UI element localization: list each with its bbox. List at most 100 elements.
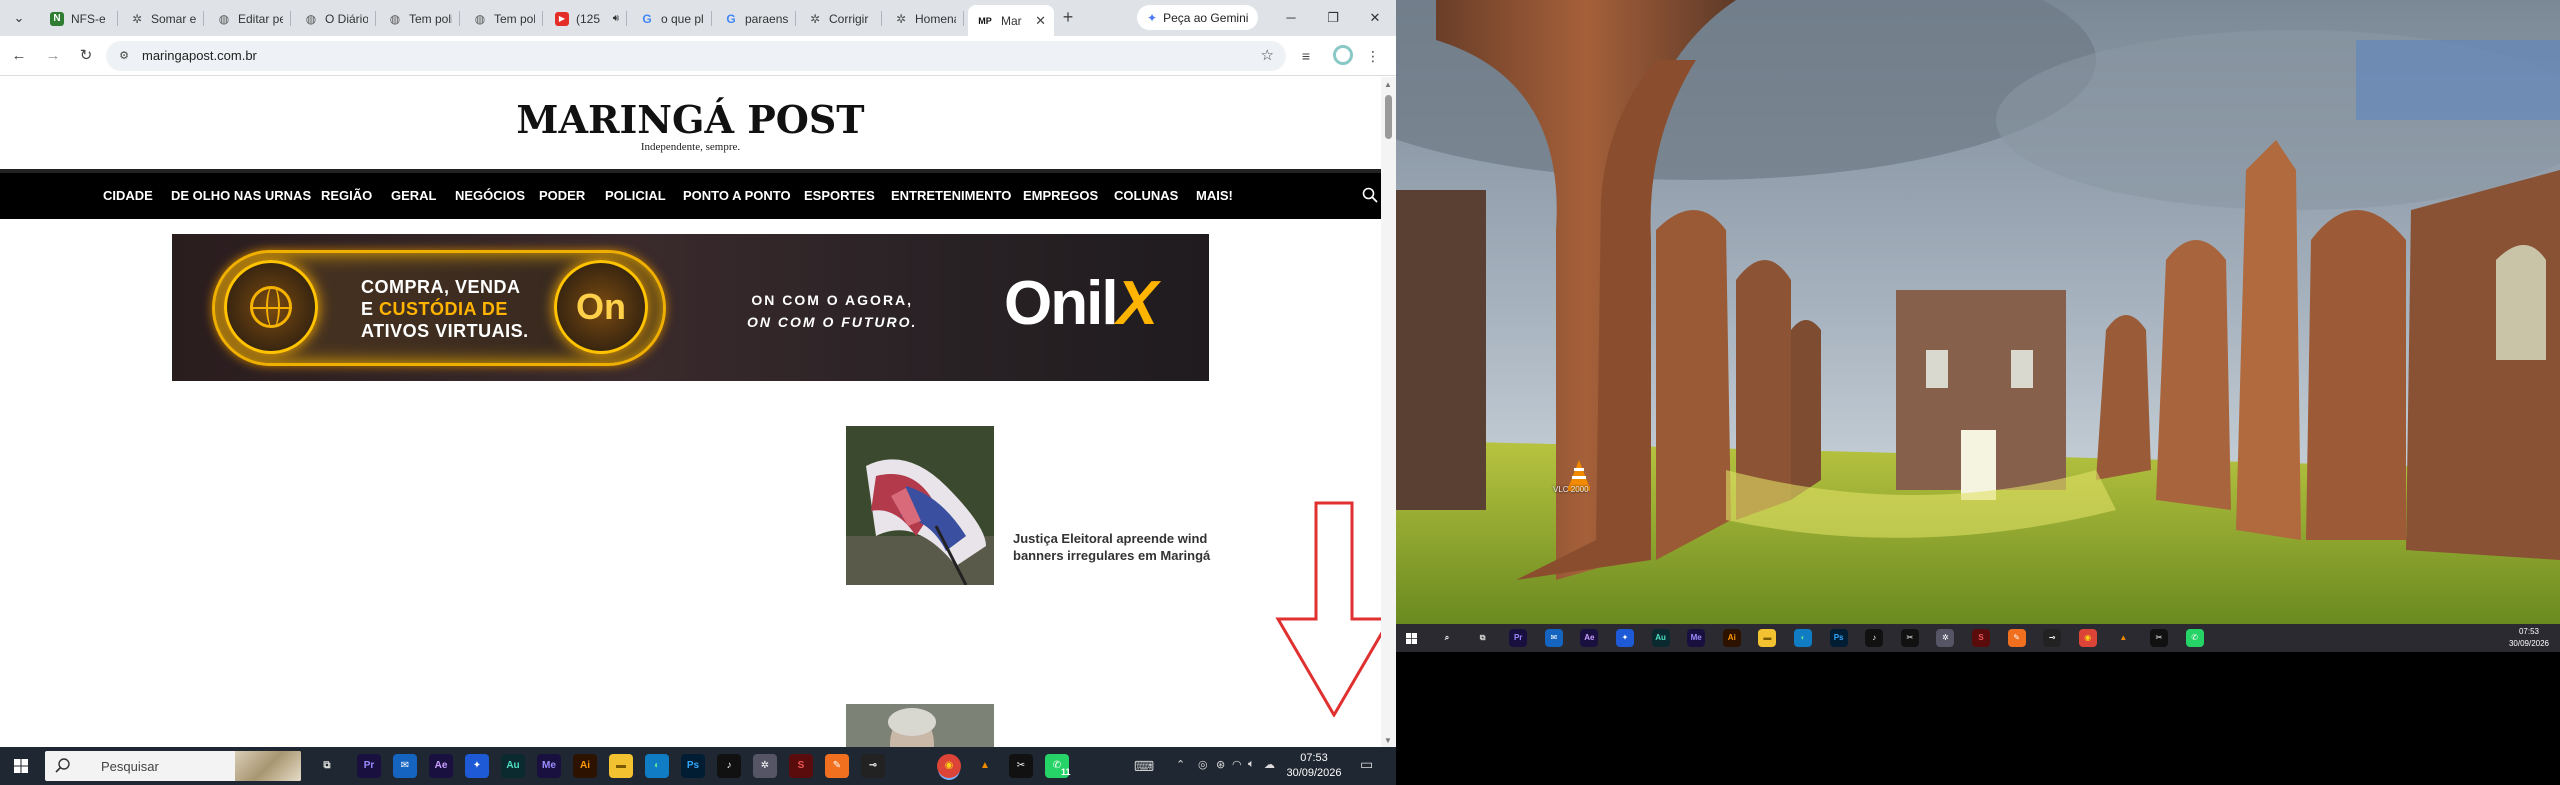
premiere-icon[interactable]: Pr — [1509, 629, 1528, 647]
site-settings-icon[interactable]: ⚙ — [116, 48, 132, 64]
tiktok-icon[interactable]: ♪ — [717, 754, 741, 778]
minimize-button[interactable]: ─ — [1278, 6, 1304, 30]
audio-playing-icon[interactable]: 🔊︎ — [613, 13, 619, 24]
vlc-icon[interactable]: ▲ — [973, 754, 997, 778]
ad-banner[interactable]: COMPRA, VENDA E CUSTÓDIA DE ATIVOS VIRTU… — [172, 234, 1209, 381]
browser-tab[interactable]: ◍ O Diário — [296, 5, 376, 32]
file-explorer-icon[interactable]: ▬ — [1758, 629, 1777, 647]
tray-app-icon[interactable]: ◎ — [1198, 758, 1208, 771]
profile-avatar[interactable] — [1333, 45, 1353, 65]
search-icon[interactable] — [1362, 187, 1378, 203]
illustrator-icon[interactable]: Ai — [573, 754, 597, 778]
forward-button[interactable]: → — [42, 45, 64, 67]
bookmark-star-icon[interactable]: ☆ — [1261, 46, 1274, 64]
browser-tab[interactable]: MP Mar ✕ — [968, 5, 1054, 36]
network-icon[interactable]: ⊛ — [1216, 758, 1225, 771]
photoshop-icon[interactable]: Ps — [1829, 629, 1848, 647]
app-orange-icon[interactable]: ✎ — [2007, 629, 2026, 647]
app-switch-icon[interactable]: ⊸ — [861, 754, 885, 778]
browser-tab[interactable]: ◍ Editar pe — [209, 5, 291, 32]
cloud-sync-icon[interactable]: ☁︎ — [1264, 758, 1275, 771]
browser-tab[interactable]: ✲ Homena — [886, 5, 964, 32]
taskbar-clock[interactable]: 07:53 30/09/2026 — [1282, 751, 1346, 781]
edge-icon[interactable]: ◐ — [645, 754, 669, 778]
reload-button[interactable]: ↻ — [75, 45, 97, 67]
browser-tab[interactable]: Go que pl — [632, 5, 712, 32]
edge-icon[interactable]: ◐ — [1794, 629, 1812, 647]
nav-item[interactable]: NEGÓCIOS — [455, 173, 525, 219]
windows-start-icon[interactable] — [14, 759, 28, 773]
tab-search-button[interactable]: ⌄ — [6, 6, 32, 30]
media-encoder-icon[interactable]: Me — [1687, 629, 1706, 647]
nav-item[interactable]: MAIS! — [1196, 173, 1233, 219]
close-tab-icon[interactable]: ✕ — [1035, 13, 1046, 29]
app-blue-icon[interactable]: ✦ — [1616, 629, 1634, 647]
task-view-icon[interactable]: ⧉ — [1474, 629, 1492, 647]
browser-tab[interactable]: ◍ Tem poli — [380, 5, 460, 32]
site-logo[interactable]: MARINGÁ POST — [0, 97, 1381, 142]
whatsapp-icon[interactable]: ✆ — [2185, 629, 2204, 647]
browser-tab[interactable]: N NFS-e | I — [42, 5, 118, 32]
page-scrollbar[interactable]: ▲ ▼ — [1381, 77, 1396, 747]
maximize-button[interactable]: ❐ — [1320, 6, 1346, 30]
news-thumbnail[interactable] — [846, 426, 994, 585]
browser-tab[interactable]: ✲ Somar e — [122, 5, 204, 32]
scroll-up-icon[interactable]: ▲ — [1384, 80, 1392, 89]
media-encoder-icon[interactable]: Me — [537, 754, 561, 778]
wifi-icon[interactable]: ◠ — [1232, 758, 1242, 771]
outlook-icon[interactable]: ✉ — [1544, 629, 1563, 647]
back-button[interactable]: ← — [8, 45, 30, 67]
scroll-down-icon[interactable]: ▼ — [1384, 736, 1392, 745]
nav-item[interactable]: REGIÃO — [321, 173, 372, 219]
app-switch-icon[interactable]: ⊸ — [2043, 629, 2062, 647]
capcut-icon[interactable]: ✂ — [1900, 629, 1919, 647]
after-effects-icon[interactable]: Ae — [429, 754, 453, 778]
taskbar-search-box[interactable]: Pesquisar — [45, 751, 301, 781]
nav-item[interactable]: POLICIAL — [605, 173, 666, 219]
chrome-icon[interactable]: ◉ — [2078, 629, 2097, 647]
capcut-icon[interactable]: ✂ — [1009, 754, 1033, 778]
browser-tab[interactable]: Gparaens — [716, 5, 796, 32]
gemini-button[interactable]: ✦ Peça ao Gemini — [1137, 5, 1258, 30]
after-effects-icon[interactable]: Ae — [1580, 629, 1599, 647]
app-orange-icon[interactable]: ✎ — [825, 754, 849, 778]
nav-item[interactable]: PONTO A PONTO — [683, 173, 791, 219]
news-headline[interactable]: Justiça Eleitoral apreende wind banners … — [1013, 530, 1213, 564]
app-red-icon[interactable]: S — [789, 754, 813, 778]
new-tab-button[interactable]: + — [1056, 6, 1080, 30]
app-blue-icon[interactable]: ✦ — [465, 754, 489, 778]
nav-item[interactable]: GERAL — [391, 173, 437, 219]
browser-tab[interactable]: ✲ Corrigir — [800, 5, 882, 32]
nav-item[interactable]: DE OLHO NAS URNAS — [171, 173, 311, 219]
tiktok-icon[interactable]: ♪ — [1865, 629, 1884, 647]
keyboard-icon[interactable]: ⌨ — [1132, 754, 1156, 778]
chrome-icon[interactable]: ◉ — [937, 754, 961, 778]
browser-tab[interactable]: ▶ (125 🔊︎ — [547, 5, 627, 32]
close-window-button[interactable]: ✕ — [1362, 6, 1388, 30]
app-red-icon[interactable]: S — [1972, 629, 1990, 647]
capcut-icon[interactable]: ✂ — [2150, 629, 2168, 647]
volume-icon[interactable]: 🔈︎ — [1248, 758, 1255, 771]
news-thumbnail-2[interactable] — [846, 704, 994, 747]
address-bar[interactable]: ⚙ maringapost.com.br ☆ — [106, 41, 1286, 71]
app-gray-icon[interactable]: ✲ — [753, 754, 777, 778]
audition-icon[interactable]: Au — [501, 754, 525, 778]
tray-chevron-icon[interactable]: ⌃ — [1176, 758, 1185, 771]
vlc-icon[interactable]: ▲ — [2114, 629, 2132, 647]
nav-item[interactable]: PODER — [539, 173, 585, 219]
nav-item[interactable]: ESPORTES — [804, 173, 875, 219]
browser-tab[interactable]: ◍ Tem poli — [465, 5, 543, 32]
reading-list-icon[interactable]: ≡ — [1295, 45, 1317, 67]
audition-icon[interactable]: Au — [1651, 629, 1670, 647]
nav-item[interactable]: ENTRETENIMENTO — [891, 173, 1011, 219]
nav-item[interactable]: EMPREGOS — [1023, 173, 1098, 219]
desktop-clock[interactable]: 07:53 30/09/2026 — [2504, 626, 2554, 650]
windows-start-icon[interactable] — [1406, 633, 1417, 644]
notification-icon[interactable]: ▭ — [1360, 756, 1373, 773]
file-explorer-icon[interactable]: ▬ — [609, 754, 633, 778]
app-gray-icon[interactable]: ✲ — [1936, 629, 1955, 647]
menu-kebab-icon[interactable]: ⋮ — [1362, 45, 1384, 67]
scrollbar-thumb[interactable] — [1385, 95, 1392, 139]
search-icon[interactable]: ⌕ — [1438, 629, 1456, 647]
illustrator-icon[interactable]: Ai — [1722, 629, 1741, 647]
